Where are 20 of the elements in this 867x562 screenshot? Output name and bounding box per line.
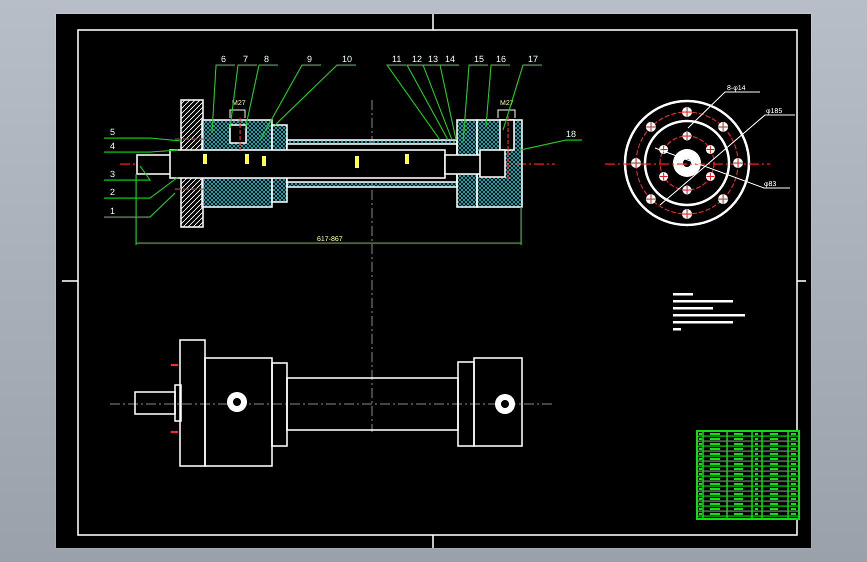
part-number: 5 [110,127,116,137]
part-number: 13 [428,54,438,64]
technical-notes-drawing [673,293,745,330]
part-number: 10 [342,54,352,64]
part-number: 4 [110,141,116,151]
part-number: 15 [474,54,484,64]
part-number: 2 [110,187,116,197]
part-number: 18 [566,129,576,139]
part-number: 11 [392,54,402,64]
part-number: 9 [307,54,312,64]
part-number: 6 [221,54,226,64]
part-number: 8 [264,54,270,64]
part-number: 14 [445,54,456,64]
part-number: 3 [110,169,116,179]
part-number: 16 [496,54,506,64]
part-number: 7 [243,54,248,64]
part-number: 12 [412,54,422,64]
part-number: 1 [110,206,116,216]
leader-line [520,140,582,150]
part-number: 17 [528,54,538,64]
